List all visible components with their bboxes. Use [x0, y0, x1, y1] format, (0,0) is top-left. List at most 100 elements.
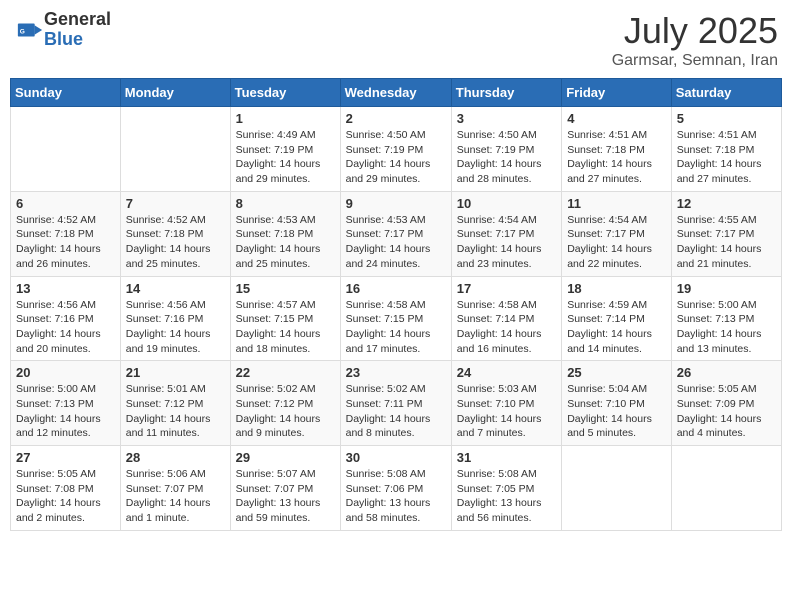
calendar-day-cell: 5 Sunrise: 4:51 AM Sunset: 7:18 PM Daylig… [671, 107, 781, 192]
day-number: 10 [457, 196, 556, 211]
day-sun-info: Sunrise: 4:53 AM Sunset: 7:17 PM Dayligh… [346, 213, 446, 272]
title-block: July 2025 Garmsar, Semnan, Iran [612, 10, 778, 70]
day-number: 1 [236, 111, 335, 126]
calendar-header-row: SundayMondayTuesdayWednesdayThursdayFrid… [11, 79, 782, 107]
day-number: 28 [126, 450, 225, 465]
calendar-week-row: 1 Sunrise: 4:49 AM Sunset: 7:19 PM Daylig… [11, 107, 782, 192]
calendar-day-cell: 15 Sunrise: 4:57 AM Sunset: 7:15 PM Dayli… [230, 276, 340, 361]
day-of-week-header: Friday [562, 79, 672, 107]
calendar-day-cell: 24 Sunrise: 5:03 AM Sunset: 7:10 PM Dayli… [451, 361, 561, 446]
day-number: 30 [346, 450, 446, 465]
day-number: 19 [677, 281, 776, 296]
day-sun-info: Sunrise: 5:08 AM Sunset: 7:05 PM Dayligh… [457, 467, 556, 526]
calendar-day-cell: 27 Sunrise: 5:05 AM Sunset: 7:08 PM Dayli… [11, 446, 121, 531]
calendar-day-cell: 19 Sunrise: 5:00 AM Sunset: 7:13 PM Dayli… [671, 276, 781, 361]
calendar-day-cell: 10 Sunrise: 4:54 AM Sunset: 7:17 PM Dayli… [451, 191, 561, 276]
calendar-day-cell: 12 Sunrise: 4:55 AM Sunset: 7:17 PM Dayli… [671, 191, 781, 276]
day-sun-info: Sunrise: 4:57 AM Sunset: 7:15 PM Dayligh… [236, 298, 335, 357]
day-number: 15 [236, 281, 335, 296]
day-sun-info: Sunrise: 5:02 AM Sunset: 7:12 PM Dayligh… [236, 382, 335, 441]
day-of-week-header: Wednesday [340, 79, 451, 107]
calendar-day-cell: 14 Sunrise: 4:56 AM Sunset: 7:16 PM Dayli… [120, 276, 230, 361]
day-sun-info: Sunrise: 4:54 AM Sunset: 7:17 PM Dayligh… [457, 213, 556, 272]
logo-icon: G [16, 16, 44, 44]
calendar-day-cell [562, 446, 672, 531]
day-number: 3 [457, 111, 556, 126]
day-sun-info: Sunrise: 4:52 AM Sunset: 7:18 PM Dayligh… [16, 213, 115, 272]
day-sun-info: Sunrise: 4:51 AM Sunset: 7:18 PM Dayligh… [677, 128, 776, 187]
day-of-week-header: Saturday [671, 79, 781, 107]
day-number: 8 [236, 196, 335, 211]
calendar-day-cell: 9 Sunrise: 4:53 AM Sunset: 7:17 PM Daylig… [340, 191, 451, 276]
day-number: 20 [16, 365, 115, 380]
calendar-day-cell [120, 107, 230, 192]
day-sun-info: Sunrise: 4:51 AM Sunset: 7:18 PM Dayligh… [567, 128, 666, 187]
calendar-day-cell: 6 Sunrise: 4:52 AM Sunset: 7:18 PM Daylig… [11, 191, 121, 276]
day-number: 11 [567, 196, 666, 211]
day-number: 4 [567, 111, 666, 126]
calendar-day-cell: 11Sunrise: 4:54 AM Sunset: 7:17 PM Dayli… [562, 191, 672, 276]
day-of-week-header: Tuesday [230, 79, 340, 107]
day-number: 17 [457, 281, 556, 296]
calendar-day-cell [671, 446, 781, 531]
calendar-week-row: 6 Sunrise: 4:52 AM Sunset: 7:18 PM Daylig… [11, 191, 782, 276]
page-header: G General Blue July 2025 Garmsar, Semnan… [10, 10, 782, 70]
day-number: 23 [346, 365, 446, 380]
day-sun-info: Sunrise: 5:01 AM Sunset: 7:12 PM Dayligh… [126, 382, 225, 441]
logo: G General Blue [14, 10, 111, 50]
calendar-day-cell: 13Sunrise: 4:56 AM Sunset: 7:16 PM Dayli… [11, 276, 121, 361]
day-sun-info: Sunrise: 4:50 AM Sunset: 7:19 PM Dayligh… [457, 128, 556, 187]
day-number: 25 [567, 365, 666, 380]
day-number: 31 [457, 450, 556, 465]
calendar-day-cell: 25 Sunrise: 5:04 AM Sunset: 7:10 PM Dayli… [562, 361, 672, 446]
calendar-day-cell: 22Sunrise: 5:02 AM Sunset: 7:12 PM Dayli… [230, 361, 340, 446]
day-of-week-header: Sunday [11, 79, 121, 107]
day-number: 12 [677, 196, 776, 211]
calendar-day-cell: 4 Sunrise: 4:51 AM Sunset: 7:18 PM Daylig… [562, 107, 672, 192]
day-number: 27 [16, 450, 115, 465]
calendar-day-cell: 18Sunrise: 4:59 AM Sunset: 7:14 PM Dayli… [562, 276, 672, 361]
day-sun-info: Sunrise: 5:05 AM Sunset: 7:08 PM Dayligh… [16, 467, 115, 526]
day-sun-info: Sunrise: 5:04 AM Sunset: 7:10 PM Dayligh… [567, 382, 666, 441]
day-number: 24 [457, 365, 556, 380]
day-sun-info: Sunrise: 4:49 AM Sunset: 7:19 PM Dayligh… [236, 128, 335, 187]
logo-text: General Blue [44, 10, 111, 50]
logo-blue-text: Blue [44, 30, 111, 50]
day-sun-info: Sunrise: 4:58 AM Sunset: 7:15 PM Dayligh… [346, 298, 446, 357]
day-sun-info: Sunrise: 4:56 AM Sunset: 7:16 PM Dayligh… [126, 298, 225, 357]
calendar-day-cell: 29Sunrise: 5:07 AM Sunset: 7:07 PM Dayli… [230, 446, 340, 531]
day-number: 7 [126, 196, 225, 211]
day-number: 2 [346, 111, 446, 126]
calendar-day-cell: 2Sunrise: 4:50 AM Sunset: 7:19 PM Daylig… [340, 107, 451, 192]
calendar-day-cell: 1 Sunrise: 4:49 AM Sunset: 7:19 PM Daylig… [230, 107, 340, 192]
calendar-day-cell: 20 Sunrise: 5:00 AM Sunset: 7:13 PM Dayli… [11, 361, 121, 446]
day-number: 5 [677, 111, 776, 126]
day-sun-info: Sunrise: 5:03 AM Sunset: 7:10 PM Dayligh… [457, 382, 556, 441]
calendar-day-cell: 3 Sunrise: 4:50 AM Sunset: 7:19 PM Daylig… [451, 107, 561, 192]
calendar-day-cell: 8 Sunrise: 4:53 AM Sunset: 7:18 PM Daylig… [230, 191, 340, 276]
day-number: 21 [126, 365, 225, 380]
day-sun-info: Sunrise: 4:52 AM Sunset: 7:18 PM Dayligh… [126, 213, 225, 272]
calendar-week-row: 20 Sunrise: 5:00 AM Sunset: 7:13 PM Dayli… [11, 361, 782, 446]
calendar-week-row: 27 Sunrise: 5:05 AM Sunset: 7:08 PM Dayli… [11, 446, 782, 531]
calendar-day-cell: 7 Sunrise: 4:52 AM Sunset: 7:18 PM Daylig… [120, 191, 230, 276]
calendar-day-cell: 16Sunrise: 4:58 AM Sunset: 7:15 PM Dayli… [340, 276, 451, 361]
day-number: 29 [236, 450, 335, 465]
day-sun-info: Sunrise: 4:59 AM Sunset: 7:14 PM Dayligh… [567, 298, 666, 357]
day-sun-info: Sunrise: 5:08 AM Sunset: 7:06 PM Dayligh… [346, 467, 446, 526]
day-number: 14 [126, 281, 225, 296]
day-sun-info: Sunrise: 4:53 AM Sunset: 7:18 PM Dayligh… [236, 213, 335, 272]
day-sun-info: Sunrise: 4:55 AM Sunset: 7:17 PM Dayligh… [677, 213, 776, 272]
day-sun-info: Sunrise: 4:58 AM Sunset: 7:14 PM Dayligh… [457, 298, 556, 357]
day-number: 26 [677, 365, 776, 380]
calendar-day-cell: 28 Sunrise: 5:06 AM Sunset: 7:07 PM Dayli… [120, 446, 230, 531]
day-of-week-header: Monday [120, 79, 230, 107]
day-number: 9 [346, 196, 446, 211]
day-number: 6 [16, 196, 115, 211]
svg-text:G: G [20, 29, 25, 36]
calendar-day-cell: 26Sunrise: 5:05 AM Sunset: 7:09 PM Dayli… [671, 361, 781, 446]
day-sun-info: Sunrise: 5:00 AM Sunset: 7:13 PM Dayligh… [677, 298, 776, 357]
day-sun-info: Sunrise: 5:06 AM Sunset: 7:07 PM Dayligh… [126, 467, 225, 526]
day-sun-info: Sunrise: 5:00 AM Sunset: 7:13 PM Dayligh… [16, 382, 115, 441]
calendar-day-cell: 17 Sunrise: 4:58 AM Sunset: 7:14 PM Dayli… [451, 276, 561, 361]
